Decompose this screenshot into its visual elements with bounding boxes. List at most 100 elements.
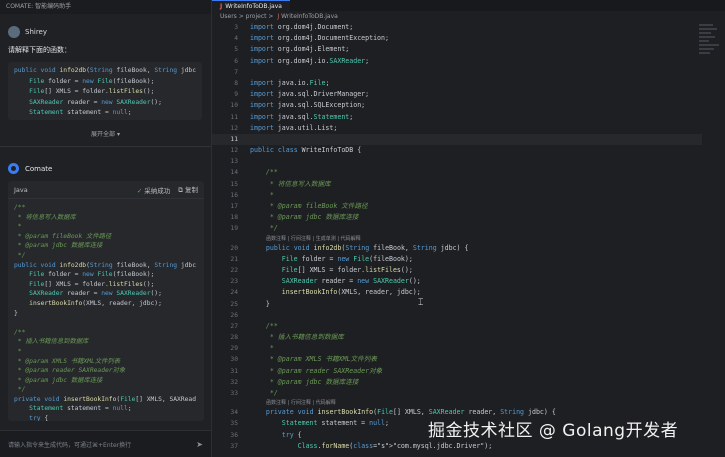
line-number: 37 bbox=[230, 442, 238, 450]
line-number: 14 bbox=[230, 169, 238, 177]
line-number: 13 bbox=[230, 158, 238, 166]
answer-code-line: * @param reader SAXReader对象 bbox=[14, 367, 126, 375]
answer-code-line: * @param fileBook 文件路径 bbox=[14, 232, 112, 240]
answer-code-line: * 将信息写入数据库 bbox=[14, 213, 76, 221]
code-line[interactable]: 10 import java.sql.SQLException; bbox=[212, 100, 702, 111]
code-line[interactable]: 3 import org.dom4j.Document; bbox=[212, 22, 702, 33]
line-number: 10 bbox=[230, 102, 238, 110]
code-line[interactable]: 18 * @param jdbc 数据库连接 bbox=[212, 212, 702, 223]
line-source: Statement statement = null; bbox=[281, 419, 389, 428]
answer-code-line bbox=[14, 318, 198, 328]
code-line[interactable]: 31 * @param reader SAXReader对象 bbox=[212, 366, 702, 377]
code-line[interactable]: 15 * 将信息写入数据库 bbox=[212, 179, 702, 190]
code-line[interactable]: 12 import java.util.List; bbox=[212, 123, 702, 134]
code-line[interactable]: 22 File[] XMLS = folder.listFiles(); bbox=[212, 265, 702, 276]
code-line[interactable]: 11 import java.sql.Statement; bbox=[212, 112, 702, 123]
copy-button[interactable]: ⧉ 复制 bbox=[178, 184, 198, 195]
assistant-header: Comate bbox=[8, 163, 52, 174]
code-line[interactable]: 8 import java.io.File; bbox=[212, 78, 702, 89]
line-number: 25 bbox=[230, 300, 238, 308]
line-source: Class.forName(class="s">"com.mysql.jdbc.… bbox=[297, 441, 493, 450]
line-source bbox=[250, 310, 254, 321]
user-message-header: Shirey bbox=[8, 26, 47, 38]
line-source: * bbox=[250, 190, 274, 199]
code-line[interactable]: 13 bbox=[212, 156, 702, 167]
code-line[interactable]: 14 /** bbox=[212, 167, 702, 178]
breadcrumb-file[interactable]: WriteInfoToDB.java bbox=[281, 13, 338, 20]
assistant-name: Comate bbox=[25, 164, 53, 173]
code-line[interactable]: 25 } bbox=[212, 299, 702, 310]
send-icon[interactable]: ➤ bbox=[196, 440, 203, 449]
line-number: 26 bbox=[230, 311, 238, 319]
code-line[interactable]: 33 */ bbox=[212, 388, 702, 399]
code-line[interactable]: 24 insertBookInfo(XMLS, reader, jdbc); bbox=[212, 287, 702, 298]
code-line[interactable]: 6 import org.dom4j.io.SAXReader; bbox=[212, 56, 702, 67]
codelens-actions[interactable]: 函数注释 | 行间注释 | 代码解释 bbox=[212, 399, 702, 407]
answer-code-line: } bbox=[14, 309, 18, 317]
line-source: import java.io.File; bbox=[250, 78, 330, 87]
code-line[interactable]: 21 File folder = new File(fileBook); bbox=[212, 254, 702, 265]
mouse-cursor-icon: ⌶ bbox=[418, 298, 424, 308]
breadcrumb-users[interactable]: Users bbox=[220, 13, 237, 20]
answer-code-line: public void info2db(String fileBook, Str… bbox=[14, 261, 197, 269]
code-line[interactable]: 9 import java.sql.DriverManager; bbox=[212, 89, 702, 100]
code-line[interactable]: 29 * bbox=[212, 343, 702, 354]
code-line[interactable]: 19 */ bbox=[212, 223, 702, 234]
line-number: 27 bbox=[230, 322, 238, 330]
answer-code-line: */ bbox=[14, 386, 26, 394]
comate-logo-icon bbox=[8, 163, 19, 174]
editor-tabs: J WriteInfoToDB.java bbox=[212, 0, 725, 12]
code-line[interactable]: 28 * 插入书籍信息到数据库 bbox=[212, 332, 702, 343]
code-line[interactable]: 30 * @param XMLS 书籍XML文件列表 bbox=[212, 354, 702, 365]
answer-code-line: Statement statement = null; bbox=[29, 405, 132, 413]
answer-code-line: * @param jdbc 数据库连接 bbox=[14, 376, 103, 384]
answer-code-line: /** bbox=[14, 204, 26, 211]
snippet-line: public void info2db(String fileBook, Str… bbox=[14, 67, 197, 74]
line-source: * @param jdbc 数据库连接 bbox=[250, 377, 359, 386]
code-line[interactable]: 11 bbox=[212, 133, 702, 146]
answer-code-line: * @param XMLS 书籍XML文件列表 bbox=[14, 357, 121, 365]
code-line[interactable]: 27 /** bbox=[212, 321, 702, 332]
minimap[interactable] bbox=[699, 22, 721, 142]
code-line[interactable]: 23 SAXReader reader = new SAXReader(); bbox=[212, 276, 702, 287]
answer-code-line: */ bbox=[14, 251, 26, 259]
line-source: /** bbox=[250, 168, 278, 177]
line-number: 15 bbox=[230, 180, 238, 188]
tab-label: WriteInfoToDB.java bbox=[225, 2, 282, 10]
line-source: SAXReader reader = new SAXReader(); bbox=[281, 277, 421, 286]
code-line[interactable]: 5 import org.dom4j.Element; bbox=[212, 44, 702, 55]
answer-code-line: try { bbox=[29, 415, 49, 421]
code-line[interactable]: 20 public void info2db(String fileBook, … bbox=[212, 243, 702, 254]
line-source: import java.sql.SQLException; bbox=[250, 101, 366, 110]
breadcrumb-project[interactable]: project bbox=[246, 13, 267, 20]
user-code-snippet: public void info2db(String fileBook, Str… bbox=[8, 62, 202, 120]
copy-label: 复制 bbox=[185, 186, 198, 194]
line-number: 29 bbox=[230, 345, 238, 353]
code-line[interactable]: 26 bbox=[212, 310, 702, 321]
line-source: * @param fileBook 文件路径 bbox=[250, 202, 368, 210]
code-line[interactable]: 17 * @param fileBook 文件路径 bbox=[212, 201, 702, 212]
line-source: try { bbox=[281, 430, 302, 439]
code-area[interactable]: 3 import org.dom4j.Document; 4 import org.d… bbox=[212, 22, 702, 452]
tab-writeinfotodb[interactable]: J WriteInfoToDB.java bbox=[212, 0, 290, 12]
adopted-button[interactable]: ✓ 采纳成功 bbox=[137, 185, 170, 195]
answer-code-line: File folder = new File(fileBook); bbox=[29, 271, 155, 279]
code-line[interactable]: 12 public class WriteInfoToDB { bbox=[212, 145, 702, 156]
snippet-line: File[] XMLS = folder.listFiles(); bbox=[29, 88, 155, 95]
line-number: 30 bbox=[230, 356, 238, 364]
code-line[interactable]: 32 * @param jdbc 数据库连接 bbox=[212, 377, 702, 388]
code-line[interactable]: 16 * bbox=[212, 190, 702, 201]
expand-all-button[interactable]: 展开全部 ▾ bbox=[0, 129, 211, 138]
line-number: 34 bbox=[230, 409, 238, 417]
answer-code-line: insertBookInfo(XMLS, reader, jdbc); bbox=[29, 299, 162, 307]
adopted-label: 采纳成功 bbox=[144, 186, 171, 195]
code-line[interactable]: 37 Class.forName(class="s">"com.mysql.jd… bbox=[212, 441, 702, 452]
codelens-actions[interactable]: 函数注释 | 行间注释 | 生成单测 | 代码解释 bbox=[212, 235, 702, 243]
check-icon: ✓ bbox=[136, 186, 143, 195]
answer-code-block: Java ✓ 采纳成功 ⧉ 复制 /** * 将信息写入数据库 * * @para… bbox=[8, 181, 204, 421]
chat-header: COMATE: 智能编码助手 bbox=[0, 0, 211, 14]
code-line[interactable]: 7 bbox=[212, 67, 702, 78]
code-line[interactable]: 4 import org.dom4j.DocumentException; bbox=[212, 33, 702, 44]
chat-input[interactable]: 请输入指令来生成代码，可通过⌘+Enter换行 ➤ bbox=[0, 430, 211, 457]
line-number: 23 bbox=[230, 278, 238, 286]
